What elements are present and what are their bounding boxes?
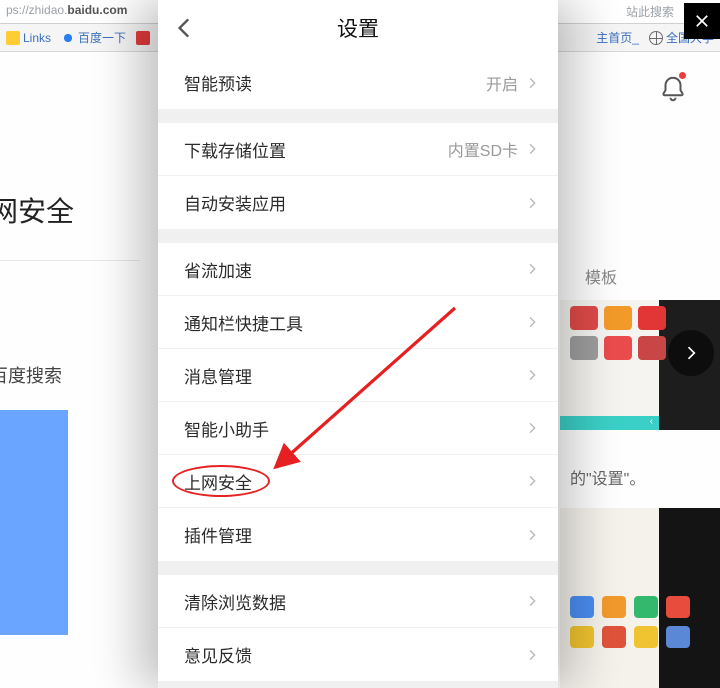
chevron-right-icon [524,527,540,543]
tile-icon [604,336,632,360]
folder-icon [6,31,20,45]
section-gap [158,229,558,243]
close-button[interactable] [684,3,720,39]
tile-icon [570,306,598,330]
row-value: 开启 [486,71,518,95]
url-text: ps://zhidao.baidu.com [6,3,127,17]
back-button[interactable] [172,15,198,41]
bookmark-red[interactable] [136,31,150,45]
row-web-security[interactable]: 上网安全 [158,455,558,508]
chevron-right-icon [681,343,701,363]
template-label: 模板 [585,264,617,288]
chevron-right-icon [524,75,540,91]
row-label: 省流加速 [184,257,524,282]
settings-modal: 设置 智能预读 开启 下载存储位置 内置SD卡 自动安装应用 [158,0,558,688]
row-label: 意见反馈 [184,642,524,667]
search-hint: 站此搜索 [626,3,674,20]
tile-icon [570,336,598,360]
tile-icon [570,626,594,648]
page-heading: 网安全 [0,190,74,230]
row-label: 清除浏览数据 [184,589,524,614]
tile-icon [602,596,626,618]
section-gap [158,561,558,575]
chevron-right-icon [524,141,540,157]
carousel-thumbnail: ‹ [560,300,720,430]
chevron-right-icon [524,367,540,383]
chevron-right-icon [524,473,540,489]
chevron-right-icon [524,420,540,436]
settings-list[interactable]: 智能预读 开启 下载存储位置 内置SD卡 自动安装应用 省流加速 [158,56,558,688]
notification-dot-icon [679,72,686,79]
divider [0,260,140,261]
row-label: 自动安装应用 [184,190,524,215]
globe-icon [649,31,663,45]
baidu-search-text: 百度搜索 [0,362,62,388]
carousel-next-button[interactable] [668,330,714,376]
chevron-left-icon [172,15,198,41]
tile-icon [634,626,658,648]
tile-icon [634,596,658,618]
chevron-right-icon [524,261,540,277]
bookmark-baidu[interactable]: 百度一下 [61,29,126,46]
notification-bell[interactable] [658,74,688,104]
tile-icon [638,306,666,330]
tile-icon [602,626,626,648]
chevron-right-icon [524,314,540,330]
row-label: 消息管理 [184,363,524,388]
chevron-right-icon [524,195,540,211]
blue-thumbnail [0,410,68,635]
row-label: 下载存储位置 [184,137,448,162]
row-download-location[interactable]: 下载存储位置 内置SD卡 [158,123,558,176]
tile-icon [570,596,594,618]
row-smart-preload[interactable]: 智能预读 开启 [158,56,558,109]
tile-icon [604,306,632,330]
row-smart-assistant[interactable]: 智能小助手 [158,402,558,455]
row-feedback[interactable]: 意见反馈 [158,628,558,681]
tile-icon [638,336,666,360]
setting-sentence: 的"设置"。 [570,465,645,489]
row-data-saver[interactable]: 省流加速 [158,243,558,296]
row-label: 上网安全 [184,469,524,494]
red-app-icon [136,31,150,45]
bookmark-home[interactable]: 主首页_ [596,29,639,46]
row-notif-shortcut[interactable]: 通知栏快捷工具 [158,296,558,349]
row-message-mgmt[interactable]: 消息管理 [158,349,558,402]
row-plugin-mgmt[interactable]: 插件管理 [158,508,558,561]
row-auto-install[interactable]: 自动安装应用 [158,176,558,229]
bookmark-links[interactable]: Links [6,31,51,45]
row-label: 智能预读 [184,70,486,95]
chevron-right-icon [524,647,540,663]
section-gap [158,109,558,123]
tile-icon [666,596,690,618]
tile-icon [666,626,690,648]
close-icon [693,12,711,30]
row-label: 智能小助手 [184,416,524,441]
row-label: 通知栏快捷工具 [184,310,524,335]
baidu-icon [61,31,75,45]
row-label: 插件管理 [184,522,524,547]
share-bar: ‹ [560,416,659,430]
chevron-right-icon [524,593,540,609]
modal-title: 设置 [337,13,379,43]
row-value: 内置SD卡 [448,137,518,161]
row-clear-data[interactable]: 清除浏览数据 [158,575,558,628]
lower-thumbnail [560,508,720,688]
modal-header: 设置 [158,0,558,56]
